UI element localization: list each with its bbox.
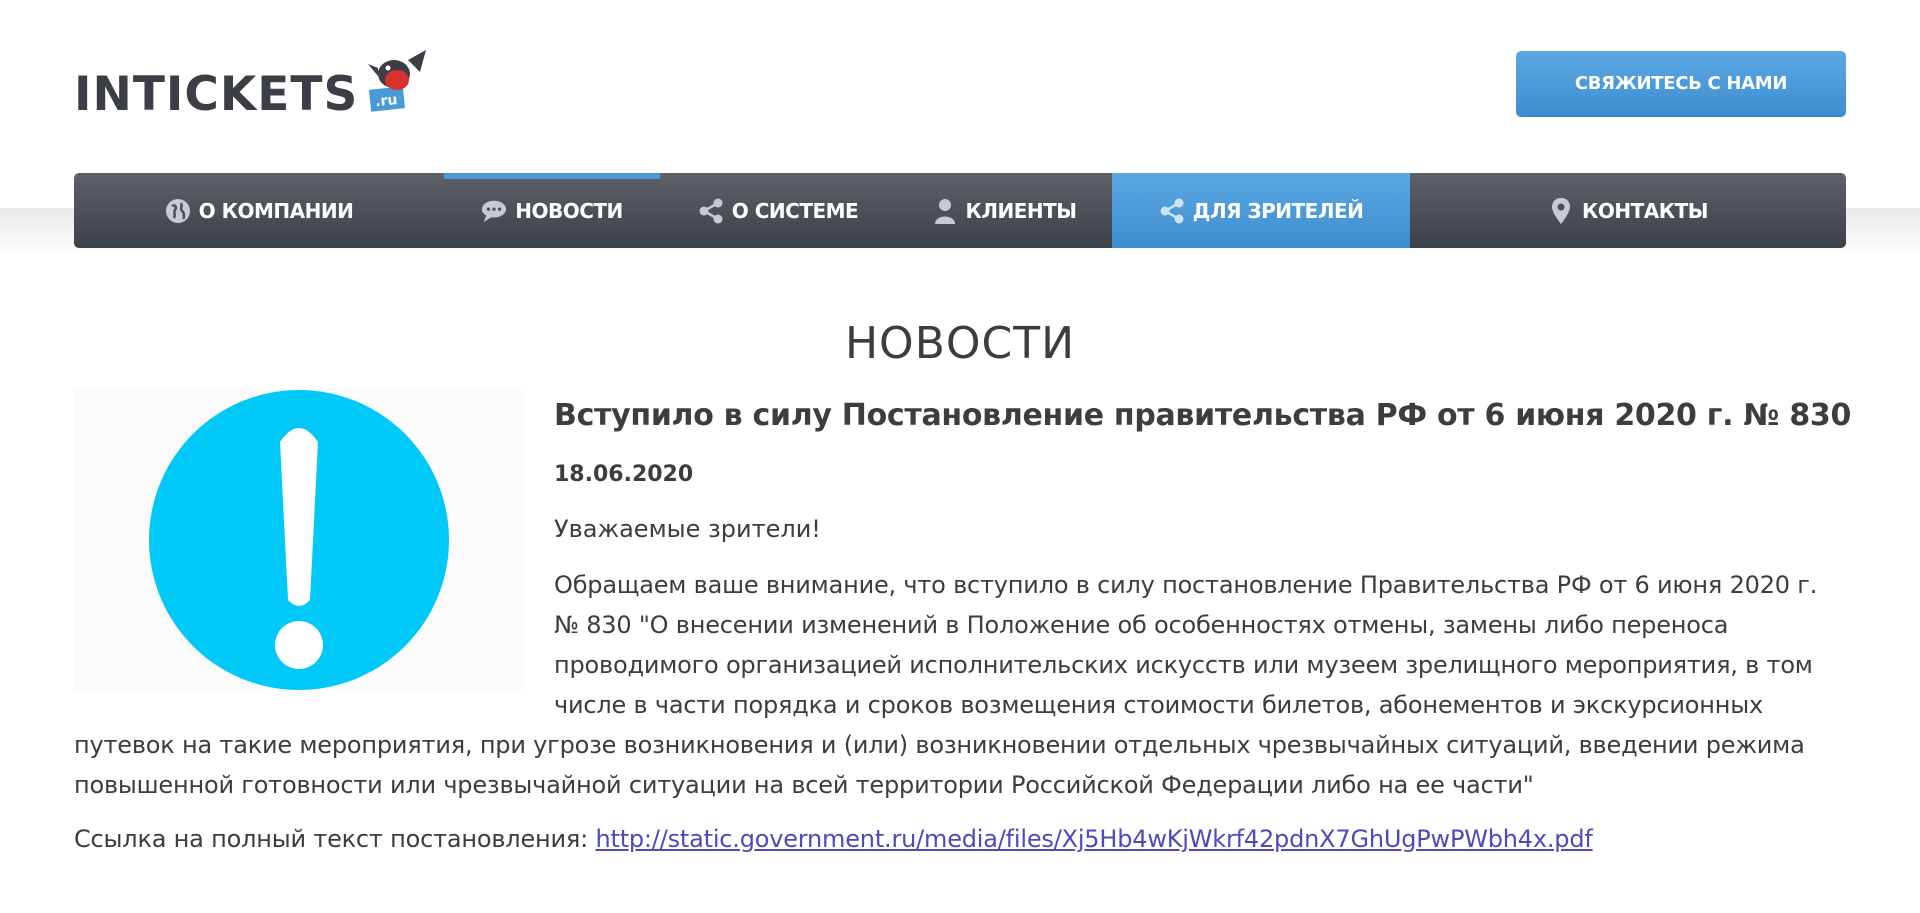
nav-item-label: КЛИЕНТЫ xyxy=(965,198,1077,223)
article-greeting: Уважаемые зрители! xyxy=(554,515,821,543)
nav-item-label: ДЛЯ ЗРИТЕЛЕЙ xyxy=(1192,198,1364,223)
government-pdf-link[interactable]: http://static.government.ru/media/files/… xyxy=(595,825,1592,853)
exclamation-circle-icon xyxy=(149,390,449,690)
article-body-line: Обращаем ваше внимание, что вступило в с… xyxy=(554,571,1818,599)
share-icon xyxy=(698,198,724,224)
article-date: 18.06.2020 xyxy=(554,462,694,487)
logo-badge: .ru xyxy=(375,92,399,110)
map-pin-icon xyxy=(1548,197,1574,224)
main-nav: О КОМПАНИИ НОВОСТИ О СИСТЕМЕ КЛИЕНТЫ ДЛЯ… xyxy=(74,173,1846,248)
site-header: INTICKETS .ru СВЯЖИТЕСЬ С НАМИ xyxy=(0,0,1920,173)
logo-text: INTICKETS xyxy=(74,67,359,122)
nav-item-news[interactable]: НОВОСТИ xyxy=(444,173,660,248)
nav-item-label: О КОМПАНИИ xyxy=(198,198,354,223)
nav-item-label: О СИСТЕМЕ xyxy=(731,198,859,223)
nav-item-for-viewers[interactable]: ДЛЯ ЗРИТЕЛЕЙ xyxy=(1112,173,1410,248)
intickets-logo[interactable]: INTICKETS .ru xyxy=(74,48,430,118)
article-body-line: № 830 "О внесении изменений в Положение … xyxy=(554,611,1729,639)
chat-bubble-icon xyxy=(481,198,507,224)
contact-us-button[interactable]: СВЯЖИТЕСЬ С НАМИ xyxy=(1516,51,1846,116)
nav-item-about-company[interactable]: О КОМПАНИИ xyxy=(74,173,444,248)
nav-item-label: НОВОСТИ xyxy=(515,198,623,223)
article-title[interactable]: Вступило в силу Постановление правительс… xyxy=(554,398,1854,433)
article-body-line: путевок на такие мероприятия, при угрозе… xyxy=(74,731,1805,759)
share-icon xyxy=(1159,198,1185,224)
page-title: НОВОСТИ xyxy=(844,318,1076,369)
nav-item-about-system[interactable]: О СИСТЕМЕ xyxy=(660,173,896,248)
article-body-line: числе в части порядка и сроков возмещени… xyxy=(554,691,1764,719)
article-body-line: повышенной готовности или чрезвычайной с… xyxy=(74,771,1534,799)
user-icon xyxy=(932,198,958,224)
full-text-link-line: Ссылка на полный текст постановления: ht… xyxy=(74,825,1593,853)
nav-item-label: КОНТАКТЫ xyxy=(1582,198,1708,223)
nav-item-contacts[interactable]: КОНТАКТЫ xyxy=(1410,173,1846,248)
link-label: Ссылка на полный текст постановления: xyxy=(74,825,589,853)
bird-icon: .ru xyxy=(364,48,430,118)
article-image xyxy=(74,390,524,690)
nav-item-clients[interactable]: КЛИЕНТЫ xyxy=(896,173,1112,248)
article-body-line: проводимого организацией исполнительских… xyxy=(554,651,1813,679)
globe-icon xyxy=(165,198,191,224)
